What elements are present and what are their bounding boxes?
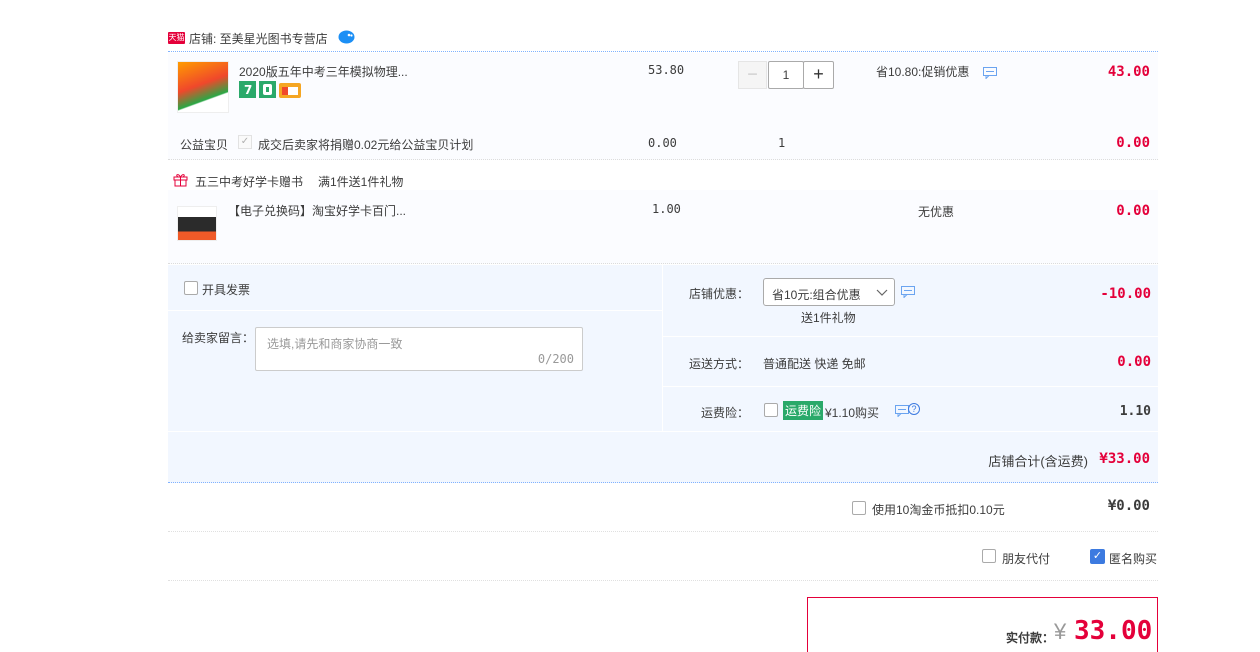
order-notes-section: 开具发票 给卖家留言： 选填,请先和商家协商一致 0/200 [168,265,662,431]
invoice-label[interactable]: 开具发票 [202,281,250,298]
charity-checkbox: ✓ [238,135,252,149]
item-subtotal: 43.00 [1107,64,1150,80]
store-header: 天猫 店铺: 至美星光图书专营店 [168,26,1158,52]
store-coupon-label: 店铺优惠： [689,287,750,301]
gift-icon [173,174,188,187]
anonymous-purchase-checkbox[interactable]: ✓ [1090,549,1105,564]
shipping-insurance-price: ¥1.10购买 [825,406,880,420]
message-char-count: 0/200 [537,352,574,366]
unit-price: 1.00 [652,202,681,216]
payment-label: 实付款： [1006,631,1055,645]
help-icon[interactable]: ? [908,403,920,415]
item-subtotal: 0.00 [1116,203,1150,219]
invoice-row: 开具发票 [168,265,662,311]
store-total-amount: ¥33.00 [1099,451,1150,467]
promo-text: 省10.80:促销优惠 [876,65,970,79]
shipping-insurance-amount: 1.10 [1119,404,1151,419]
gift-promo-name: 五三中考好学卡赠书 [195,175,304,189]
wangwang-chat-icon[interactable] [338,29,355,44]
message-icon[interactable] [901,286,915,298]
charity-description: 成交后卖家将捐赠0.02元给公益宝贝计划 [258,138,474,152]
charity-quantity: 1 [778,136,786,150]
anonymous-purchase-label[interactable]: 匿名购买 [1109,550,1157,567]
store-total-label: 店铺合计(含运费) [988,454,1088,469]
message-icon[interactable] [983,67,997,79]
charity-subtotal: 0.00 [1116,135,1150,151]
coupon-selected-value: 省10元:组合优惠 [772,288,861,302]
order-fees-section: 店铺优惠： 省10元:组合优惠 送1件礼物 -10.00 运送方式： 普通配送 … [662,265,1159,431]
shipping-insurance-label: 运费险： [701,406,750,420]
product-title-link[interactable]: 2020版五年中考三年模拟物理... [239,63,408,80]
shipping-insurance-checkbox[interactable] [764,403,778,417]
store-total-row: 店铺合计(含运费) ¥33.00 [168,431,1158,483]
product-title-link[interactable]: 【电子兑换码】淘宝好学卡百门... [228,202,406,219]
cart-item: 【电子兑换码】淘宝好学卡百门... 1.00 无优惠 0.00 [168,190,1158,264]
svg-text:7: 7 [244,83,252,97]
cart-item: 2020版五年中考三年模拟物理... 7 53.80 − 1 + 省10.80:… [168,53,1158,123]
quantity-input[interactable]: 1 [768,61,804,89]
message-placeholder: 选填,请先和商家协商一致 [267,337,403,351]
shipping-label: 运送方式： [689,357,750,371]
product-thumbnail[interactable] [177,61,229,113]
order-options-panel: 开具发票 给卖家留言： 选填,请先和商家协商一致 0/200 店铺优惠： 省10… [168,265,1159,483]
seven-day-return-icon: 7 [239,81,256,98]
shipping-insurance-row: 运费险： 运费险 ¥1.10购买 ? 1.10 [663,387,1159,431]
guarantee-icon [259,81,276,98]
quantity-decrement-button[interactable]: − [738,61,767,89]
taobao-coins-label[interactable]: 使用10淘金币抵扣0.10元 [872,501,1005,518]
currency-symbol: ¥ [1054,619,1067,644]
seller-message-label: 给卖家留言： [182,331,255,345]
store-coupon-select[interactable]: 省10元:组合优惠 [763,278,895,306]
store-name-link[interactable]: 店铺: 至美星光图书专营店 [189,30,328,47]
shipping-method: 普通配送 快递 免邮 [763,357,866,371]
shipping-insurance-badge: 运费险 [783,401,824,420]
chevron-down-icon [876,289,888,296]
coupon-gift-note: 送1件礼物 [801,311,856,325]
message-icon[interactable] [895,405,909,417]
taobao-coins-amount: ¥0.00 [1107,498,1150,514]
store-coupon-row: 店铺优惠： 省10元:组合优惠 送1件礼物 -10.00 [663,265,1159,337]
taobao-coins-checkbox[interactable] [852,501,866,515]
seller-message-input[interactable]: 选填,请先和商家协商一致 0/200 [255,327,583,371]
product-thumbnail[interactable] [177,206,217,241]
tmall-badge: 天猫 [168,32,185,44]
promo-text: 无优惠 [918,205,955,219]
friend-pay-label[interactable]: 朋友代付 [1002,550,1050,567]
invoice-checkbox[interactable] [184,281,198,295]
charity-price: 0.00 [648,136,677,150]
unit-price: 53.80 [648,63,685,77]
quantity-increment-button[interactable]: + [803,61,834,89]
taobao-coins-row: 使用10淘金币抵扣0.10元 ¥0.00 [168,484,1158,532]
coupon-discount-amount: -10.00 [1100,286,1151,302]
friend-pay-checkbox[interactable] [982,549,996,563]
shipping-fee: 0.00 [1117,354,1151,370]
credit-card-icon [279,83,301,98]
payment-options-row: 朋友代付 ✓ 匿名购买 [168,532,1158,581]
payment-summary-box: 实付款： ¥ 33.00 [807,597,1158,652]
payment-amount: 33.00 [1074,616,1153,646]
gift-promo-row: 五三中考好学卡赠书 满1件送1件礼物 [168,168,1158,190]
shipping-row: 运送方式： 普通配送 快递 免邮 0.00 [663,337,1159,387]
charity-row: 公益宝贝 ✓ 成交后卖家将捐赠0.02元给公益宝贝计划 0.00 1 0.00 [168,123,1158,160]
charity-label: 公益宝贝 [180,138,229,152]
gift-promo-rule: 满1件送1件礼物 [318,175,404,189]
